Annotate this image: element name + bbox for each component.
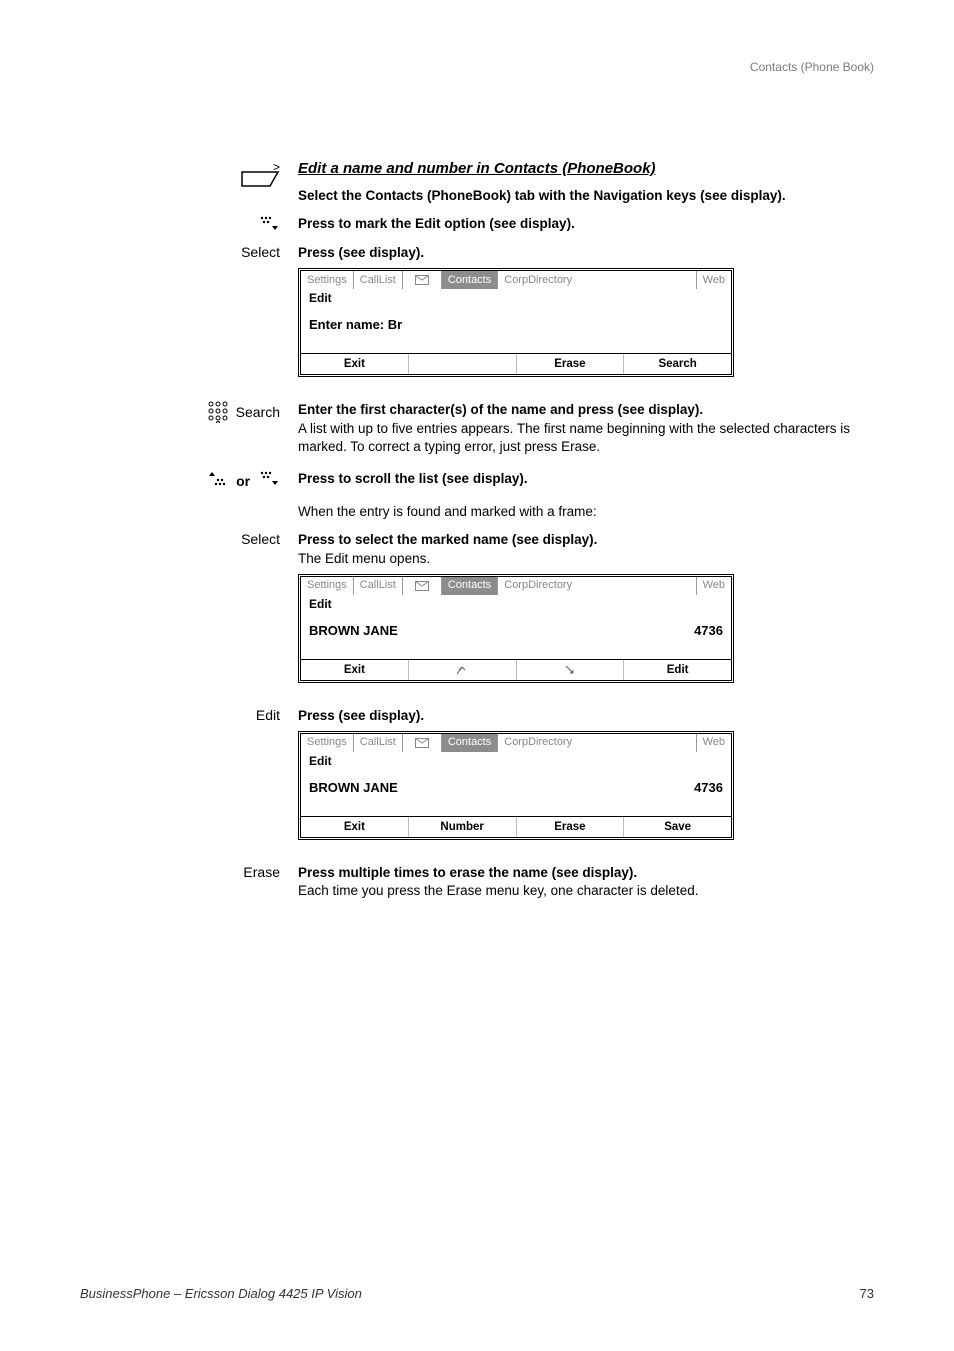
softkey-strip: Exit Erase Search — [301, 353, 731, 374]
softkey: Edit — [624, 660, 731, 680]
tab-messages-icon — [403, 577, 442, 595]
phone-display: Settings CallList Contacts CorpDirectory… — [298, 574, 734, 683]
keypad-icon — [208, 401, 228, 426]
tab-settings: Settings — [301, 734, 354, 752]
content: > Edit a name and number in Contacts (Ph… — [80, 160, 874, 900]
page-number: 73 — [860, 1286, 874, 1301]
left-label: Edit — [80, 707, 298, 854]
step-text: Press (see display). — [298, 707, 874, 725]
display-main-text: Enter name: Br — [309, 317, 402, 332]
tab-corpdirectory: CorpDirectory — [498, 271, 696, 289]
step-text: Press to scroll the list (see display). — [298, 470, 874, 488]
tab-messages-icon — [403, 271, 442, 289]
left-label: Select — [80, 244, 298, 391]
navigation-key-icon — [240, 170, 280, 188]
softkey: Exit — [301, 660, 409, 680]
step-text-bold: Enter the first character(s) of the name… — [298, 401, 874, 419]
step-text-bold: Press multiple times to erase the name (… — [298, 864, 874, 882]
footer-text: BusinessPhone – Ericsson Dialog 4425 IP … — [80, 1286, 362, 1301]
tab-corpdirectory: CorpDirectory — [498, 734, 696, 752]
running-head: Contacts (Phone Book) — [750, 60, 874, 74]
display-number: 4736 — [694, 623, 723, 638]
step-text-body: A list with up to five entries appears. … — [298, 420, 874, 456]
step-text: Select the Contacts (PhoneBook) tab with… — [298, 187, 874, 205]
display-body: Edit Enter name: Br — [301, 289, 731, 353]
display-mode-line: Edit — [309, 754, 723, 768]
softkey: Save — [624, 817, 731, 837]
tab-contacts: Contacts — [442, 271, 498, 289]
tab-calllist: CallList — [354, 734, 403, 752]
step-text-body: When the entry is found and marked with … — [298, 503, 874, 521]
up-dots-icon — [206, 470, 228, 489]
tab-web: Web — [697, 734, 731, 752]
softkey-strip: Exit Edit — [301, 659, 731, 680]
tab-web: Web — [697, 271, 731, 289]
step-text: Press to mark the Edit option (see displ… — [298, 215, 874, 233]
section-title: Edit a name and number in Contacts (Phon… — [298, 160, 874, 177]
display-tab-strip: Settings CallList Contacts CorpDirectory… — [301, 271, 731, 289]
tab-messages-icon — [403, 734, 442, 752]
tab-settings: Settings — [301, 271, 354, 289]
display-mode-line: Edit — [309, 597, 723, 611]
display-body: Edit BROWN JANE 4736 — [301, 595, 731, 659]
display-tab-strip: Settings CallList Contacts CorpDirectory… — [301, 734, 731, 752]
softkey: Exit — [301, 817, 409, 837]
softkey: Erase — [517, 817, 625, 837]
footer: BusinessPhone – Ericsson Dialog 4425 IP … — [80, 1286, 874, 1301]
tab-web: Web — [697, 577, 731, 595]
tab-contacts: Contacts — [442, 734, 498, 752]
tab-calllist: CallList — [354, 271, 403, 289]
step-text-body: Each time you press the Erase menu key, … — [298, 882, 874, 900]
left-label: > — [80, 160, 298, 205]
step-text-body: The Edit menu opens. — [298, 550, 874, 568]
left-label: Select — [80, 531, 298, 696]
step-text: Press (see display). — [298, 244, 874, 262]
tab-corpdirectory: CorpDirectory — [498, 577, 696, 595]
tab-contacts: Contacts — [442, 577, 498, 595]
left-label-text: Search — [236, 405, 280, 421]
softkey: Erase — [517, 354, 625, 374]
softkey — [409, 354, 517, 374]
softkey: Exit — [301, 354, 409, 374]
softkey-arrow-up-icon — [409, 660, 517, 680]
left-label: Search — [80, 401, 298, 456]
softkey-strip: Exit Number Erase Save — [301, 816, 731, 837]
down-dots-icon — [258, 470, 280, 489]
softkey-arrow-down-icon — [517, 660, 625, 680]
phone-display: Settings CallList Contacts CorpDirectory… — [298, 268, 734, 377]
display-body: Edit BROWN JANE 4736 — [301, 752, 731, 816]
tab-settings: Settings — [301, 577, 354, 595]
step-text-bold: Press to select the marked name (see dis… — [298, 531, 874, 549]
display-name: BROWN JANE — [309, 780, 398, 795]
down-dots-icon — [258, 215, 280, 234]
tab-calllist: CallList — [354, 577, 403, 595]
left-label — [80, 503, 298, 521]
softkey: Number — [409, 817, 517, 837]
phone-display: Settings CallList Contacts CorpDirectory… — [298, 731, 734, 840]
display-number: 4736 — [694, 780, 723, 795]
softkey: Search — [624, 354, 731, 374]
left-label: or — [80, 470, 298, 489]
or-separator: or — [236, 473, 250, 489]
display-name: BROWN JANE — [309, 623, 398, 638]
left-label: Erase — [80, 864, 298, 900]
display-mode-line: Edit — [309, 291, 723, 305]
left-label — [80, 215, 298, 234]
page: Contacts (Phone Book) > Edit a name and … — [0, 0, 954, 1351]
display-tab-strip: Settings CallList Contacts CorpDirectory… — [301, 577, 731, 595]
